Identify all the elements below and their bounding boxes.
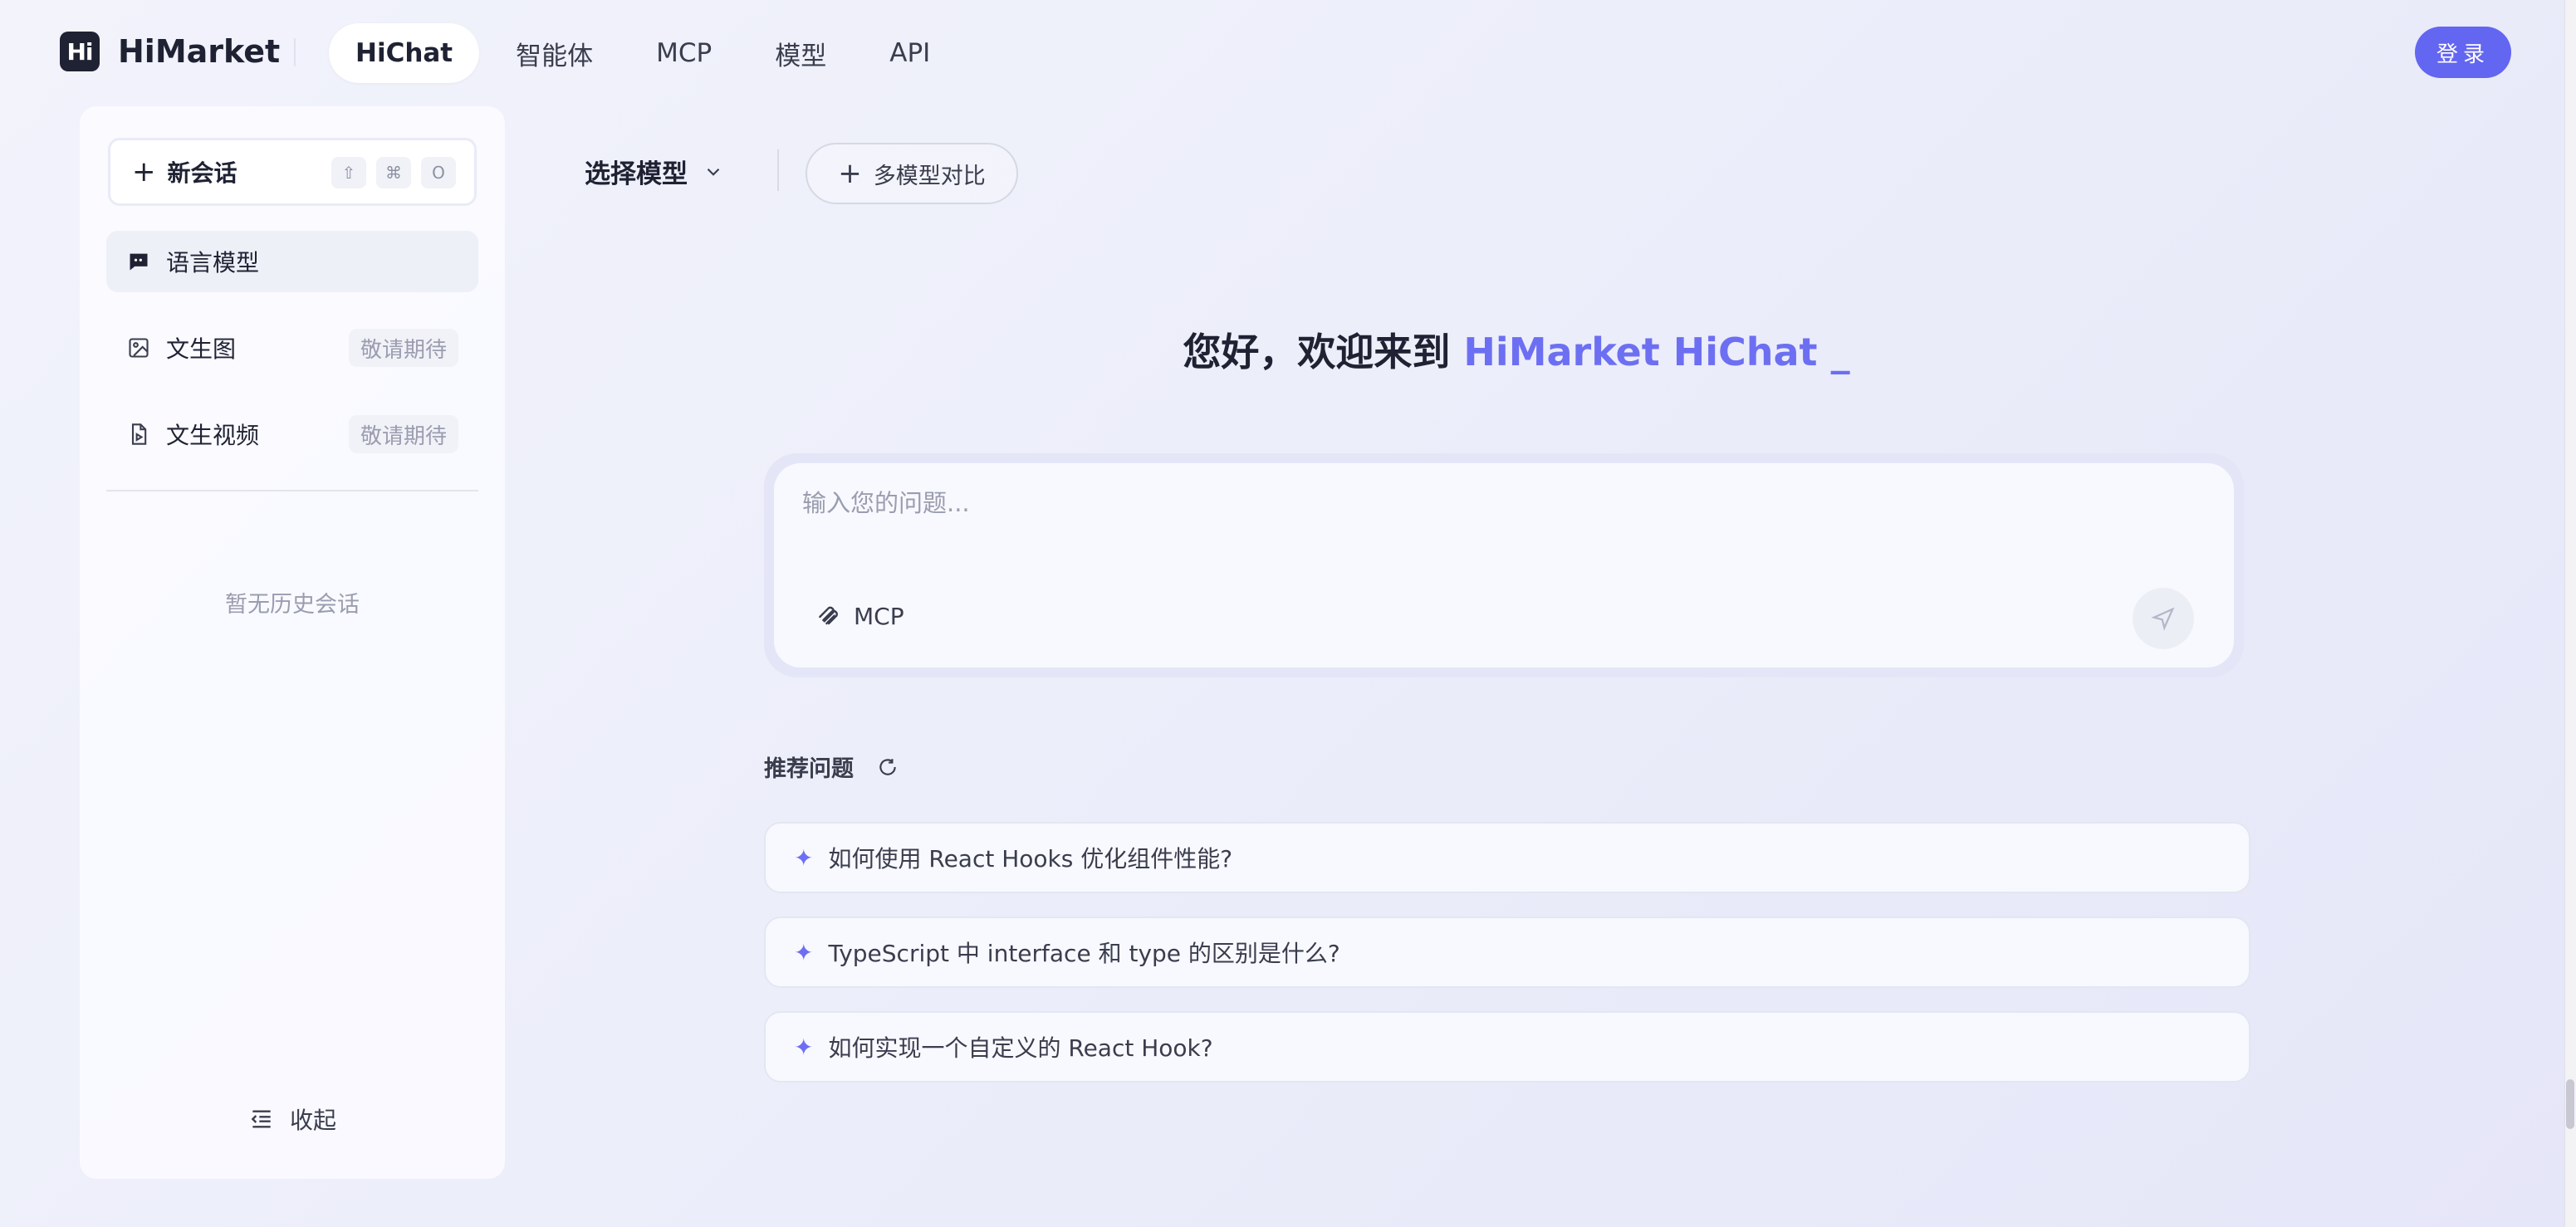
chat-input[interactable]	[801, 488, 2129, 518]
nav-models[interactable]: 模型	[748, 23, 853, 83]
recommended-question[interactable]: ✦ 如何使用 React Hooks 优化组件性能?	[764, 822, 2250, 893]
command-key-icon: ⌘	[376, 157, 411, 188]
new-chat-button[interactable]: + 新会话 ⇧ ⌘ O	[108, 138, 477, 206]
recommended-questions-title: 推荐问题	[764, 750, 899, 783]
login-button[interactable]: 登录	[2415, 27, 2511, 78]
chat-bubble-icon	[126, 249, 151, 274]
recommended-question[interactable]: ✦ TypeScript 中 interface 和 type 的区别是什么?	[764, 917, 2250, 988]
plus-icon: +	[132, 155, 156, 188]
collapse-button[interactable]: 收起	[80, 1102, 505, 1136]
send-icon	[2151, 607, 2175, 631]
sidebar-divider	[106, 490, 478, 491]
recommended-title-text: 推荐问题	[764, 756, 854, 782]
plus-icon: +	[838, 157, 862, 190]
brand-name: HiMarket	[118, 33, 281, 70]
logo[interactable]: Hi HiMarket	[60, 32, 280, 71]
refresh-icon[interactable]	[877, 756, 899, 778]
o-key: O	[421, 157, 456, 188]
mcp-icon	[815, 604, 842, 630]
toolbar-divider	[777, 149, 779, 191]
compare-label: 多模型对比	[873, 163, 986, 189]
logo-mark-icon: Hi	[60, 32, 100, 71]
nav-api[interactable]: API	[863, 23, 957, 83]
mcp-label: MCP	[854, 603, 904, 630]
nav-hichat[interactable]: HiChat	[329, 23, 480, 83]
sidebar-item-language-model[interactable]: 语言模型	[106, 231, 478, 292]
chevron-down-icon	[703, 161, 724, 183]
send-button[interactable]	[2133, 588, 2194, 649]
model-select-label: 选择模型	[585, 159, 688, 189]
model-select-dropdown[interactable]: 选择模型	[585, 153, 724, 190]
question-text: 如何实现一个自定义的 React Hook?	[828, 1034, 1213, 1062]
sidebar-item-label: 文生视频	[166, 422, 260, 449]
sparkle-icon: ✦	[794, 1033, 814, 1061]
nav-agents[interactable]: 智能体	[489, 23, 620, 83]
sidebar-item-text-to-video[interactable]: 文生视频 敬请期待	[106, 403, 478, 465]
top-nav: HiChat 智能体 MCP 模型 API	[329, 23, 967, 83]
shortcut-keys: ⇧ ⌘ O	[321, 157, 456, 188]
coming-soon-badge: 敬请期待	[348, 415, 458, 453]
mcp-button[interactable]: MCP	[815, 603, 904, 630]
multi-model-compare-button[interactable]: + 多模型对比	[806, 143, 1018, 204]
welcome-brand: HiMarket HiChat _	[1463, 330, 1850, 374]
header-divider	[294, 38, 296, 66]
recommended-question[interactable]: ✦ 如何实现一个自定义的 React Hook?	[764, 1011, 2250, 1083]
nav-mcp[interactable]: MCP	[629, 23, 738, 83]
question-text: TypeScript 中 interface 和 type 的区别是什么?	[828, 940, 1340, 967]
collapse-menu-icon	[248, 1106, 275, 1132]
welcome-heading: 您好，欢迎来到 HiMarket HiChat _	[0, 322, 2576, 377]
new-chat-label: 新会话	[167, 159, 238, 187]
sidebar-item-label: 语言模型	[166, 249, 260, 276]
question-text: 如何使用 React Hooks 优化组件性能?	[828, 845, 1233, 873]
chat-input-container: MCP	[764, 453, 2244, 677]
shift-key-icon: ⇧	[331, 157, 366, 188]
sidebar: + 新会话 ⇧ ⌘ O 语言模型 文生图 敬请期待 文生视频 敬请期待 暂无历史…	[80, 106, 505, 1179]
welcome-prefix: 您好，欢迎来到	[1183, 330, 1464, 374]
scrollbar[interactable]	[2564, 0, 2576, 1227]
collapse-label: 收起	[289, 1107, 336, 1134]
sparkle-icon: ✦	[794, 938, 814, 966]
video-file-icon	[126, 422, 151, 447]
chat-input-box: MCP	[774, 463, 2234, 667]
scrollbar-thumb[interactable]	[2566, 1079, 2574, 1129]
sparkle-icon: ✦	[794, 843, 814, 872]
empty-history-text: 暂无历史会话	[225, 592, 360, 618]
